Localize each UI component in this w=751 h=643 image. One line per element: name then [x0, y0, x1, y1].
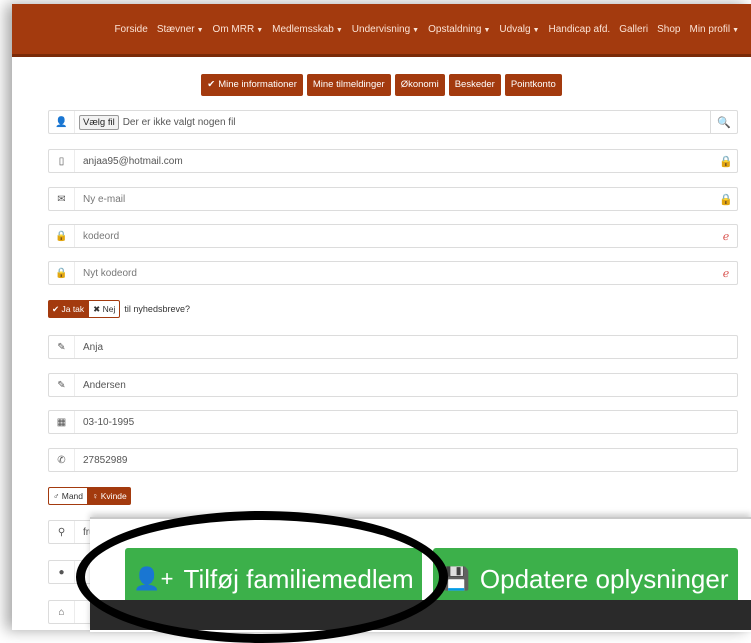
- overlay-bottom-strip: [90, 600, 751, 630]
- map-marker-icon: ⚲: [49, 521, 75, 543]
- mobile-icon: ▯: [49, 150, 75, 172]
- tab-mine-tilmeldinger[interactable]: Mine tilmeldinger: [306, 74, 391, 96]
- nav-item-min-profil[interactable]: Min profil ▼: [689, 24, 739, 35]
- phone-value: 27852989: [83, 454, 128, 466]
- tab-mine-informationer[interactable]: ✔ Mine informationer: [201, 74, 303, 96]
- password-field[interactable]: 🔒 kodeord ℯ: [48, 224, 738, 248]
- search-icon[interactable]: 🔍: [710, 111, 737, 133]
- nav-item-medlemsskab[interactable]: Medlemsskab ▼: [272, 24, 343, 35]
- email-field[interactable]: ▯ anjaa95@hotmail.com 🔒: [48, 149, 738, 173]
- envelope-icon: ✉: [49, 188, 75, 210]
- user-icon: 👤: [49, 111, 75, 133]
- email-value: anjaa95@hotmail.com: [83, 155, 183, 167]
- phone-icon: ✆: [49, 449, 75, 471]
- newsletter-no-button[interactable]: ✖ Nej: [88, 300, 121, 318]
- gender-female-button[interactable]: ♀ Kvinde: [88, 487, 131, 505]
- phone-field[interactable]: ✆ 27852989: [48, 448, 738, 472]
- first-name-value: Anja: [83, 341, 104, 353]
- calendar-icon: ▦: [49, 411, 75, 433]
- check-icon: ✔: [207, 79, 216, 90]
- pencil-icon: ✎: [49, 336, 75, 358]
- caret-down-icon: ▼: [532, 27, 540, 34]
- top-navbar: Forside Stævner ▼ Om MRR ▼ Medlemsskab ▼ Un…: [12, 4, 751, 57]
- lock-warning-icon: 🔒: [719, 155, 733, 168]
- caret-down-icon: ▼: [483, 27, 491, 34]
- password-placeholder: kodeord: [83, 230, 120, 242]
- profile-picture-row: 👤 Vælg fil Der er ikke valgt nogen fil 🔍: [48, 110, 738, 134]
- save-icon: 💾: [442, 566, 470, 591]
- new-password-placeholder: Nyt kodeord: [83, 267, 137, 279]
- last-name-value: Andersen: [83, 379, 126, 391]
- tab-pointkonto[interactable]: Pointkonto: [504, 74, 562, 96]
- new-email-placeholder: Ny e-mail: [83, 193, 126, 205]
- password-manager-icon[interactable]: ℯ: [715, 230, 737, 243]
- file-status: Der er ikke valgt nogen fil: [122, 116, 236, 128]
- nav-item-shop[interactable]: Shop: [657, 24, 680, 35]
- nav-item-opstaldning[interactable]: Opstaldning ▼: [428, 24, 490, 35]
- nav-item-galleri[interactable]: Galleri: [619, 24, 648, 35]
- nav-item-forside[interactable]: Forside: [114, 24, 147, 35]
- nav-item-undervisning[interactable]: Undervisning ▼: [352, 24, 419, 35]
- newsletter-toggle: ✔ Ja tak ✖ Nej til nyhedsbreve?: [48, 300, 190, 318]
- caret-down-icon: ▼: [335, 27, 343, 34]
- password-manager-icon[interactable]: ℯ: [715, 267, 737, 280]
- gender-toggle: ♂ Mand ♀ Kvinde: [48, 487, 131, 505]
- new-email-field[interactable]: ✉ Ny e-mail 🔒: [48, 187, 738, 211]
- caret-down-icon: ▼: [732, 27, 739, 34]
- nav-item-staevner[interactable]: Stævner ▼: [157, 24, 204, 35]
- pencil-icon: ✎: [49, 374, 75, 396]
- nav-item-om-mrr[interactable]: Om MRR ▼: [213, 24, 264, 35]
- nav-item-handicap[interactable]: Handicap afd.: [549, 24, 611, 35]
- birthdate-value: 03-10-1995: [83, 416, 135, 428]
- lock-icon: 🔒: [49, 225, 75, 247]
- birthdate-field[interactable]: ▦ 03-10-1995: [48, 410, 738, 434]
- nav-menu: Forside Stævner ▼ Om MRR ▼ Medlemsskab ▼ Un…: [114, 24, 739, 35]
- tab-okonomi[interactable]: Økonomi: [394, 74, 445, 96]
- nav-item-udvalg[interactable]: Udvalg ▼: [499, 24, 539, 35]
- gender-male-button[interactable]: ♂ Mand: [48, 487, 89, 505]
- caret-down-icon: ▼: [412, 27, 420, 34]
- caret-down-icon: ▼: [196, 27, 204, 34]
- newsletter-label: til nyhedsbreve?: [124, 304, 190, 314]
- choose-file-button[interactable]: Vælg fil: [79, 114, 119, 130]
- last-name-field[interactable]: ✎ Andersen: [48, 373, 738, 397]
- home-icon: ⌂: [49, 601, 75, 623]
- user-plus-icon: 👤+: [133, 566, 174, 591]
- profile-tabs: ✔ Mine informationer Mine tilmeldinger Øk…: [12, 74, 751, 96]
- lock-icon: 🔒: [49, 262, 75, 284]
- caret-down-icon: ▼: [256, 27, 264, 34]
- new-password-field[interactable]: 🔒 Nyt kodeord ℯ: [48, 261, 738, 285]
- globe-icon: ●: [49, 561, 75, 583]
- newsletter-yes-button[interactable]: ✔ Ja tak: [48, 300, 89, 318]
- first-name-field[interactable]: ✎ Anja: [48, 335, 738, 359]
- lock-warning-icon: 🔒: [719, 193, 733, 206]
- tab-beskeder[interactable]: Beskeder: [448, 74, 501, 96]
